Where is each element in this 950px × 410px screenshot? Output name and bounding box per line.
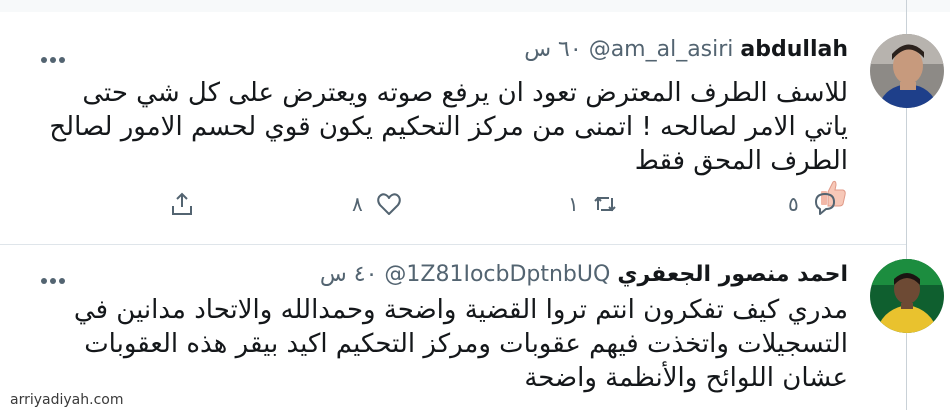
retweet-count: ١ xyxy=(568,192,579,216)
tweet-2[interactable]: ٤٠ س @1Z81IocbDptnbUQ احمد منصور الجعفري… xyxy=(0,245,944,410)
tweet-header: ٤٠ س @1Z81IocbDptnbUQ احمد منصور الجعفري xyxy=(320,261,848,289)
retweet-button[interactable]: ١ xyxy=(568,190,619,218)
tweet-text-content: مدري كيف تفكرون انتم تروا القضية واضحة و… xyxy=(73,295,848,393)
reply-icon xyxy=(811,190,839,218)
more-options-icon[interactable] xyxy=(40,271,66,284)
tweet-author-name[interactable]: احمد منصور الجعفري xyxy=(617,262,848,287)
tweet-text-content: للاسف الطرف المعترض تعود ان يرفع صوته وي… xyxy=(49,78,848,176)
watermark: arriyadiyah.com xyxy=(10,392,124,408)
tweet-actions: ٥ ١ ٨ xyxy=(0,190,906,226)
like-count: ٨ xyxy=(352,192,363,216)
heart-icon xyxy=(375,190,403,218)
tweet-handle[interactable]: @1Z81IocbDptnbUQ xyxy=(384,262,610,287)
avatar[interactable] xyxy=(870,34,944,108)
share-icon xyxy=(168,190,196,218)
tweet-text: مدري كيف تفكرون انتم تروا القضية واضحة و… xyxy=(38,293,848,395)
tweet-header: ٦٠ س @am_al_asiri abdullah xyxy=(524,36,848,64)
tweet-author-name[interactable]: abdullah xyxy=(740,37,848,62)
retweet-icon xyxy=(591,190,619,218)
tweet-time[interactable]: ٤٠ س xyxy=(320,262,378,287)
reply-count: ٥ xyxy=(788,192,799,216)
share-button[interactable] xyxy=(168,190,196,218)
tweet-handle[interactable]: @am_al_asiri xyxy=(589,37,734,62)
tweet-time[interactable]: ٦٠ س xyxy=(524,37,582,62)
top-strip xyxy=(0,0,950,12)
more-options-icon[interactable] xyxy=(40,50,66,63)
tweet-1[interactable]: ٦٠ س @am_al_asiri abdullah للاسف الطرف ا… xyxy=(0,12,944,245)
reply-button[interactable]: ٥ xyxy=(788,190,839,218)
avatar[interactable] xyxy=(870,259,944,333)
like-button[interactable]: ٨ xyxy=(352,190,403,218)
